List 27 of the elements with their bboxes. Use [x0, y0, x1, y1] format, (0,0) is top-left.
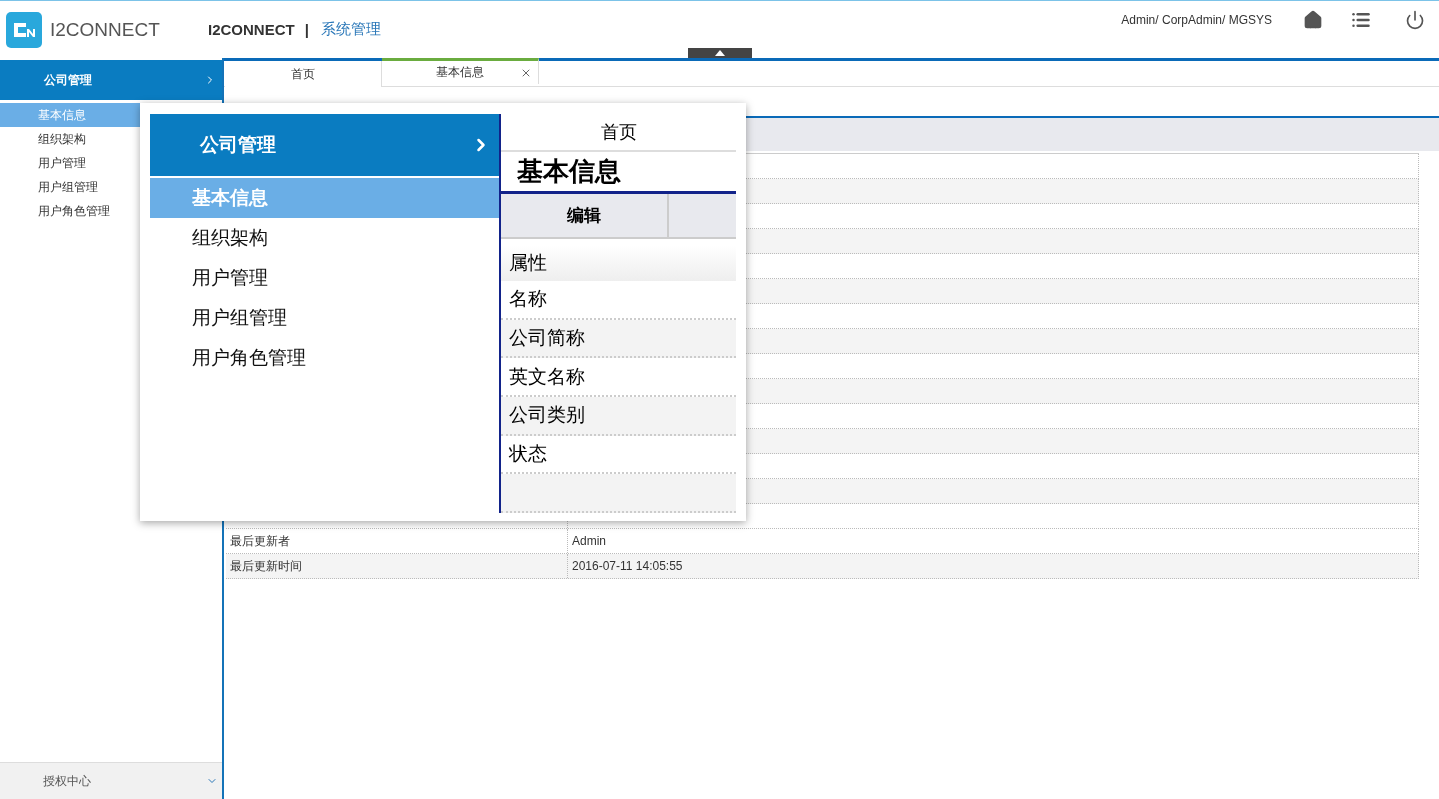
- tab[interactable]: 首页: [225, 61, 382, 87]
- sidebar-group: 公司管理: [150, 114, 499, 178]
- separator: |: [304, 21, 309, 38]
- table-cell: 最后更新者: [226, 529, 568, 553]
- sidebar-item: 用户组管理: [191, 306, 288, 330]
- sidebar-item: 用户角色管理: [191, 346, 307, 370]
- power-icon[interactable]: [1405, 10, 1425, 30]
- logo-icon: [6, 11, 42, 48]
- sidebar-item: 用户管理: [191, 266, 269, 290]
- table-cell-text: Admin: [571, 533, 607, 550]
- caret-up-icon: [715, 50, 725, 56]
- collapse-toggle[interactable]: [688, 48, 752, 58]
- table-cell: 最后更新时间: [226, 554, 568, 578]
- tab[interactable]: 基本信息: [382, 58, 539, 84]
- sidebar-item: 组织架构: [191, 226, 269, 250]
- sidebar-group[interactable]: 公司管理: [0, 60, 222, 100]
- table-cell: 公司简称: [501, 319, 736, 359]
- home-icon[interactable]: [1303, 10, 1323, 30]
- user-path: Admin/ CorpAdmin/ MGSYS: [1121, 13, 1272, 27]
- list-icon[interactable]: [1351, 10, 1371, 30]
- app-name: I2CONNECT: [208, 21, 295, 38]
- table-cell-text: 2016-07-11 14:05:55: [571, 558, 684, 575]
- sidebar-group[interactable]: 授权中心: [0, 762, 222, 799]
- brand-name: I2CONNECT: [50, 18, 161, 41]
- module-name: 系统管理: [320, 20, 381, 39]
- table-cell: 公司类别: [501, 397, 736, 436]
- sidebar-item: 基本信息: [150, 178, 499, 218]
